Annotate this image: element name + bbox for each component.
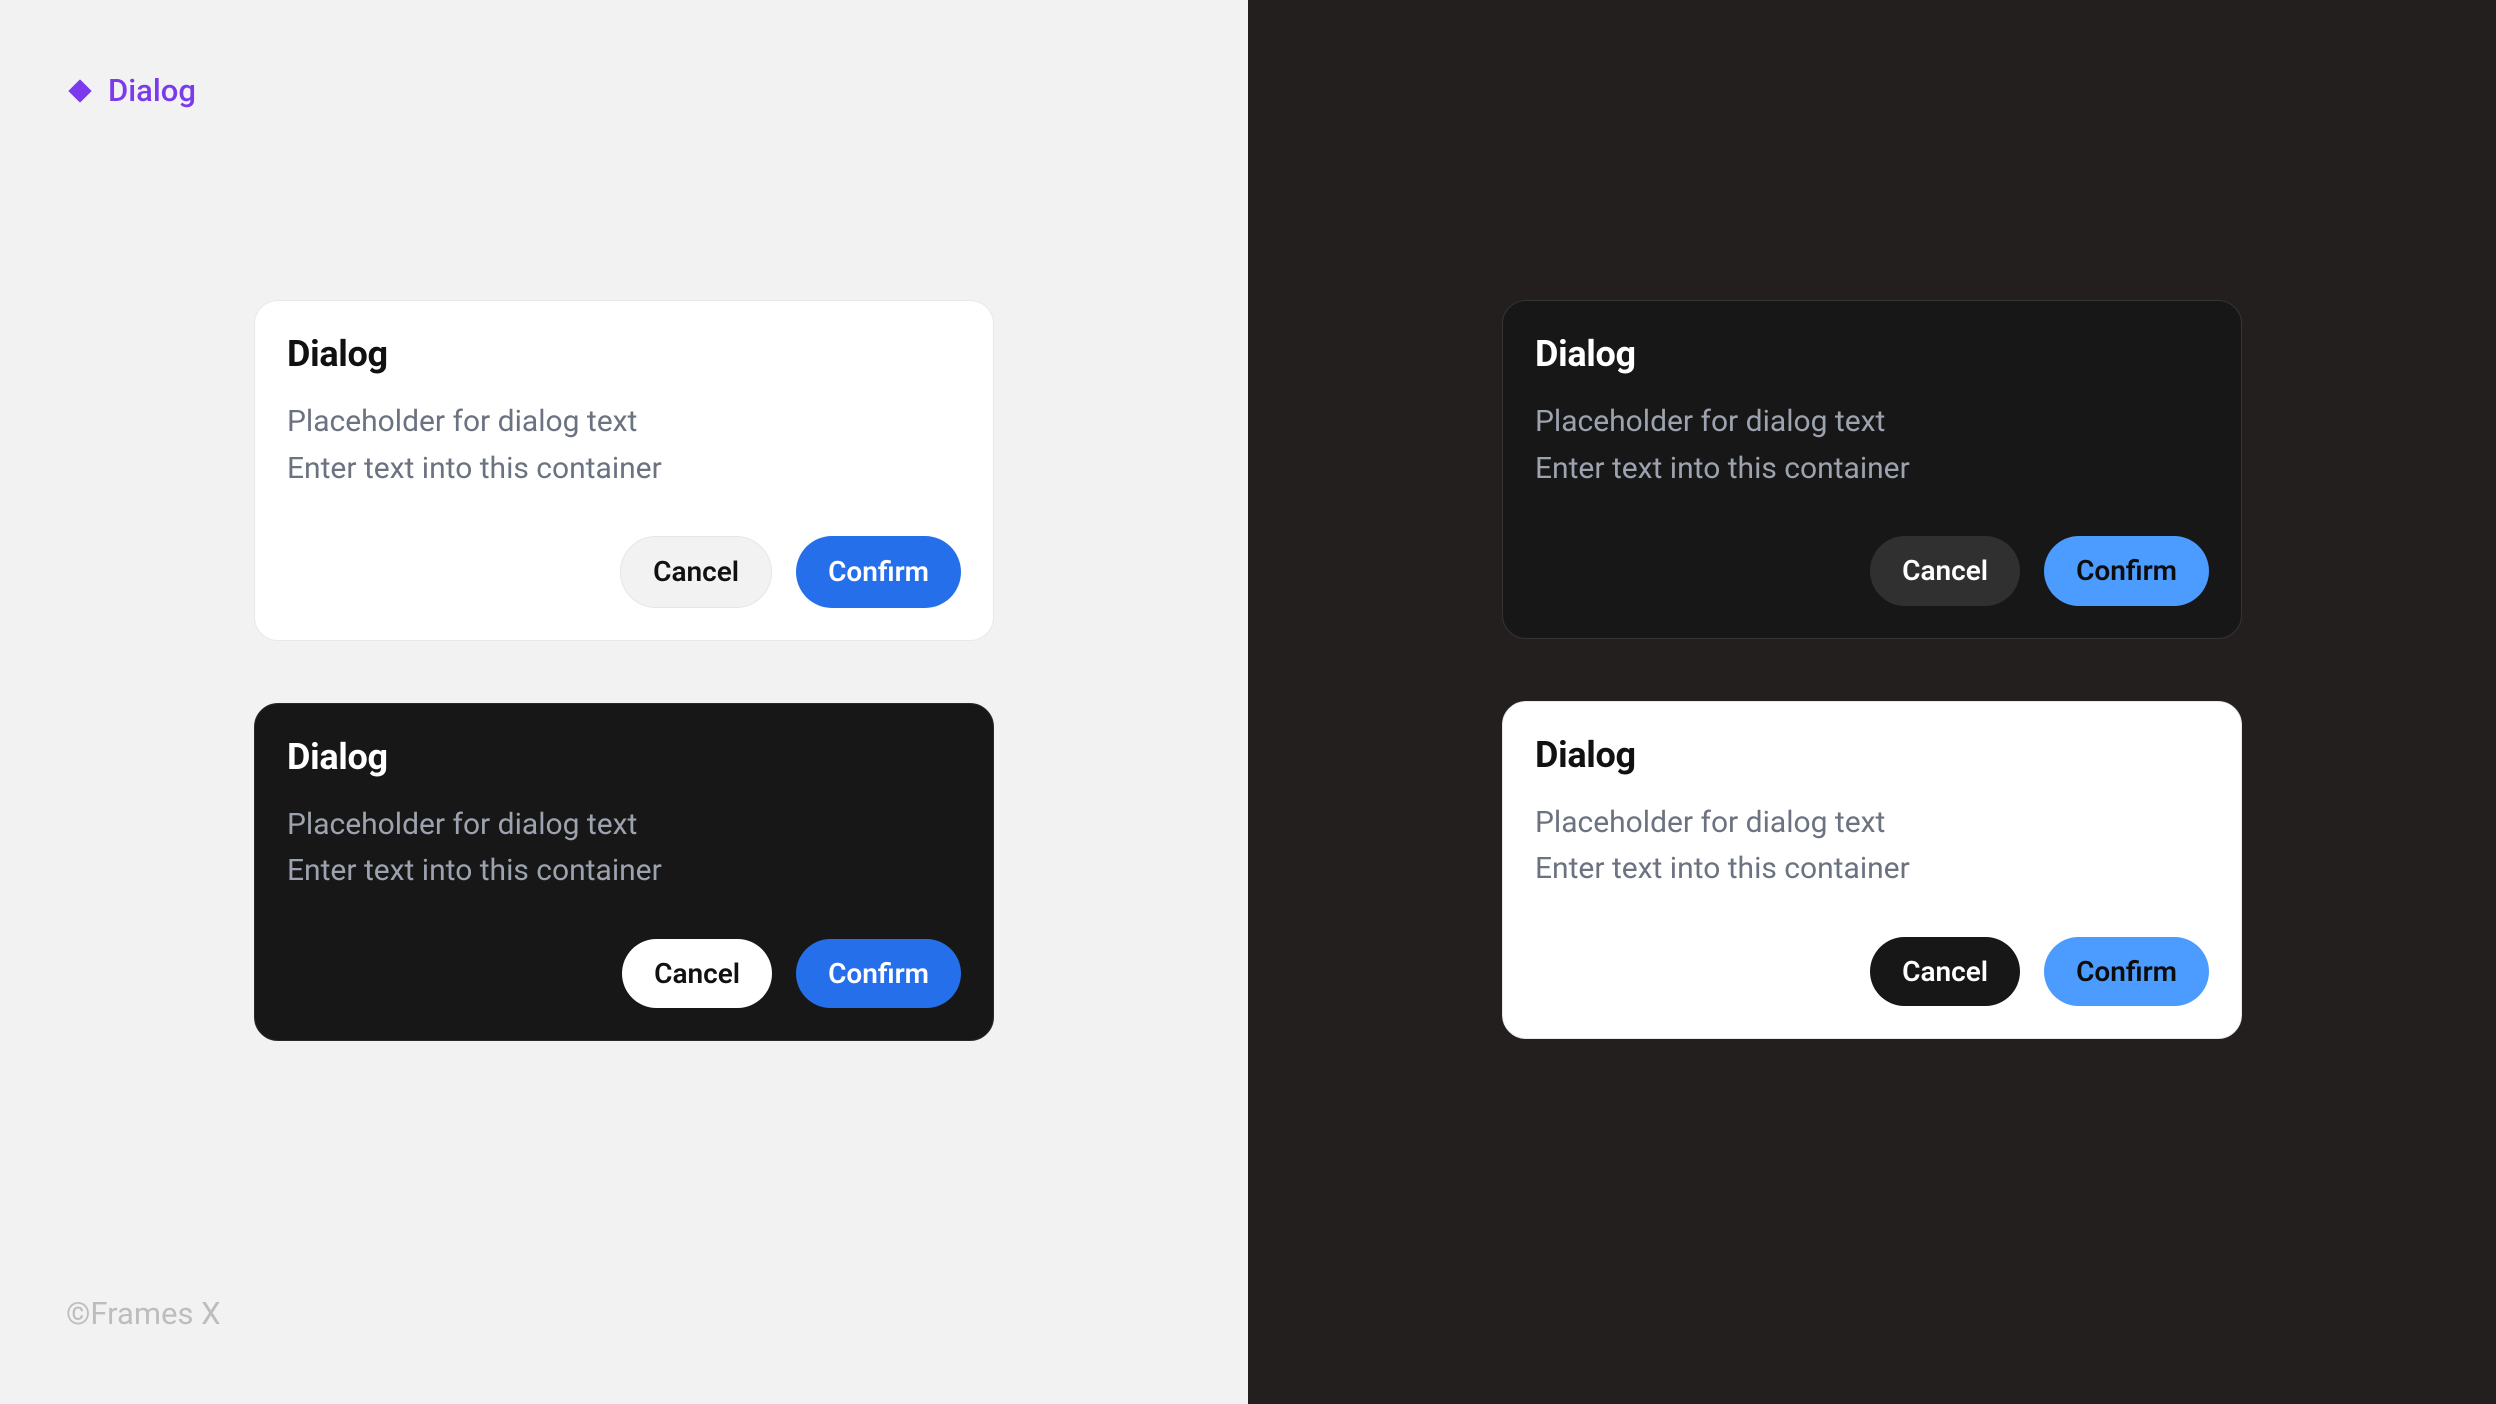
light-panel: Dialog ©Frames X Dialog Placeholder for … — [0, 0, 1248, 1404]
dark-panel: Dialog Placeholder for dialog text Enter… — [1248, 0, 2496, 1404]
component-header-label: Dialog — [108, 72, 196, 109]
dialog-actions: Cancel Confirm — [1535, 937, 2209, 1007]
cancel-button[interactable]: Cancel — [1870, 536, 2020, 606]
dialog-title: Dialog — [1535, 333, 2209, 375]
dialog-body-line2: Enter text into this container — [1535, 446, 2209, 493]
component-diamond-icon — [66, 77, 94, 105]
dialog-body-line2: Enter text into this container — [287, 446, 961, 493]
dialog-body-line1: Placeholder for dialog text — [1535, 800, 2209, 847]
dialog-dark: Dialog Placeholder for dialog text Enter… — [1502, 300, 2242, 639]
confirm-button[interactable]: Confirm — [796, 939, 961, 1009]
dialog-body: Placeholder for dialog text Enter text i… — [287, 802, 961, 895]
dialog-body: Placeholder for dialog text Enter text i… — [1535, 800, 2209, 893]
dialog-body: Placeholder for dialog text Enter text i… — [1535, 399, 2209, 492]
dialog-title: Dialog — [287, 736, 961, 778]
dialog-title: Dialog — [1535, 734, 2209, 776]
cancel-button[interactable]: Cancel — [620, 536, 772, 608]
confirm-button[interactable]: Confirm — [2044, 937, 2209, 1007]
confirm-button[interactable]: Confirm — [2044, 536, 2209, 606]
component-header: Dialog — [66, 72, 196, 109]
confirm-button[interactable]: Confirm — [796, 536, 961, 608]
cancel-button[interactable]: Cancel — [1870, 937, 2020, 1007]
dialog-light: Dialog Placeholder for dialog text Enter… — [1502, 701, 2242, 1040]
dialog-body: Placeholder for dialog text Enter text i… — [287, 399, 961, 492]
dialog-light: Dialog Placeholder for dialog text Enter… — [254, 300, 994, 641]
dialog-title: Dialog — [287, 333, 961, 375]
cancel-button[interactable]: Cancel — [622, 939, 772, 1009]
dialog-actions: Cancel Confirm — [287, 536, 961, 608]
dialog-body-line1: Placeholder for dialog text — [1535, 399, 2209, 446]
dialog-dark: Dialog Placeholder for dialog text Enter… — [254, 703, 994, 1042]
dialog-body-line2: Enter text into this container — [287, 848, 961, 895]
dialog-body-line1: Placeholder for dialog text — [287, 802, 961, 849]
dialog-actions: Cancel Confirm — [1535, 536, 2209, 606]
footer-credit: ©Frames X — [66, 1295, 221, 1332]
dialog-body-line1: Placeholder for dialog text — [287, 399, 961, 446]
dialog-body-line2: Enter text into this container — [1535, 846, 2209, 893]
dialog-actions: Cancel Confirm — [287, 939, 961, 1009]
